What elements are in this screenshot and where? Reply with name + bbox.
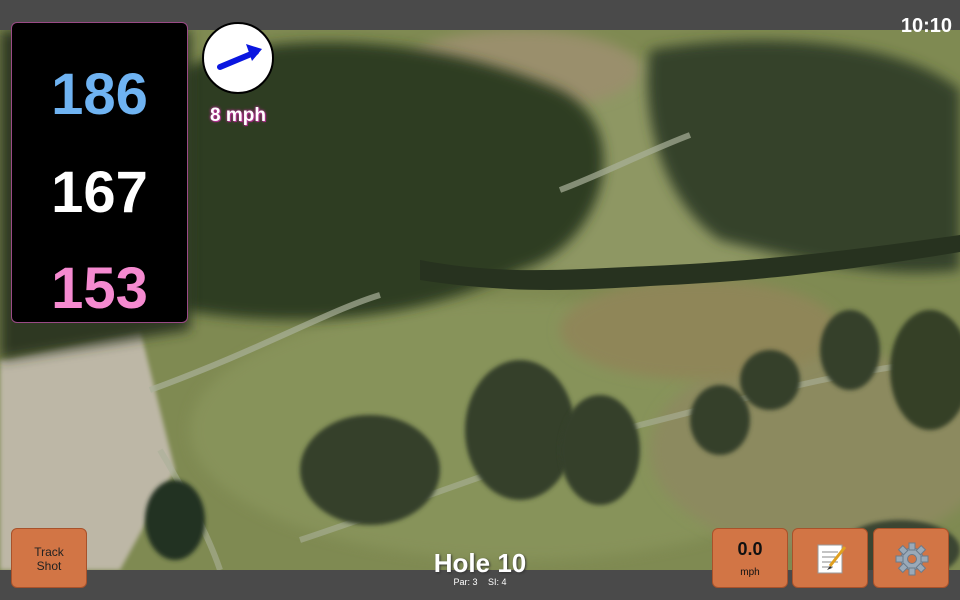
hole-par: Par: 3 xyxy=(453,577,478,587)
middle-yardage: 167 xyxy=(51,160,148,225)
speed-unit: mph xyxy=(740,567,760,578)
clock: 10:10 xyxy=(900,15,952,37)
speed-button[interactable]: 0.0 mph xyxy=(712,528,788,588)
yardage-panel: 186 167 153 xyxy=(11,22,188,323)
gear-icon xyxy=(895,542,929,576)
wind-direction-indicator[interactable] xyxy=(202,22,274,94)
notepad-icon xyxy=(817,544,847,574)
track-shot-label: Track Shot xyxy=(34,545,64,573)
notes-button[interactable] xyxy=(792,528,868,588)
wind-direction-arrow-icon xyxy=(217,44,262,70)
hole-title: Hole 10 xyxy=(433,548,527,578)
speed-value: 0.0 xyxy=(737,539,763,559)
hole-stroke-index: SI: 4 xyxy=(488,577,507,587)
hole-info: Par: 3 SI: 4 xyxy=(380,577,580,588)
track-shot-button[interactable]: Track Shot xyxy=(11,528,87,588)
settings-button[interactable] xyxy=(873,528,949,588)
wind-speed: 8 mph xyxy=(210,105,266,126)
front-yardage: 153 xyxy=(51,256,148,321)
back-yardage: 186 xyxy=(51,62,148,127)
